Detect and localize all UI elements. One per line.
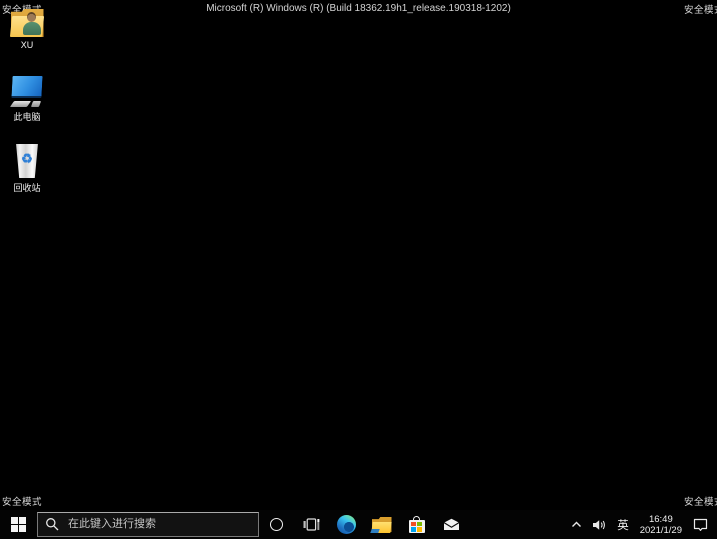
taskbar-button-store[interactable] <box>399 510 434 539</box>
volume-icon <box>593 519 606 530</box>
desktop-icon-this-pc[interactable]: 此电脑 <box>0 76 54 123</box>
desktop-icon-label: 回收站 <box>13 183 41 193</box>
volume-button[interactable] <box>587 510 612 539</box>
file-explorer-icon <box>369 517 392 533</box>
clock-date: 2021/1/29 <box>639 524 682 536</box>
chevron-up-icon <box>572 521 582 527</box>
search-icon <box>46 518 59 531</box>
taskbar-search-box[interactable] <box>37 511 259 537</box>
taskbar-button-mail[interactable] <box>434 510 469 539</box>
desktop-icon-user-folder[interactable]: XU <box>0 9 54 50</box>
cortana-icon <box>270 518 283 531</box>
search-input[interactable] <box>66 517 251 531</box>
ime-indicator[interactable]: 英 <box>612 510 634 539</box>
start-button[interactable] <box>0 510 37 539</box>
taskbar-button-edge[interactable] <box>329 510 364 539</box>
recycle-bin-icon: ♻ <box>14 144 40 178</box>
taskbar-button-file-explorer[interactable] <box>364 510 399 539</box>
windows-build-watermark: Microsoft (R) Windows (R) (Build 18362.1… <box>206 3 511 14</box>
user-folder-icon <box>9 9 44 37</box>
taskbar-button-task-view[interactable] <box>294 510 329 539</box>
desktop-icon-recycle-bin[interactable]: ♻ 回收站 <box>0 144 54 194</box>
task-view-icon <box>303 518 320 531</box>
recycle-arrows-glyph: ♻ <box>21 151 33 166</box>
desktop-icon-label: XU <box>20 40 34 50</box>
safe-mode-watermark-bottom-left: 安全模式 <box>2 497 43 508</box>
windows-logo-icon <box>11 517 26 532</box>
desktop-icon-label: 此电脑 <box>13 112 41 122</box>
this-pc-icon <box>8 76 46 107</box>
clock[interactable]: 16:49 2021/1/29 <box>634 510 688 539</box>
edge-icon <box>337 515 356 534</box>
action-center-button[interactable] <box>688 510 713 539</box>
mail-icon <box>443 518 460 530</box>
microsoft-store-icon <box>408 516 425 533</box>
ime-language-label: 英 <box>617 519 629 532</box>
taskbar: 英 16:49 2021/1/29 <box>0 510 717 539</box>
clock-time: 16:49 <box>648 513 673 525</box>
safe-mode-watermark-bottom-right: 安全模式 <box>684 497 717 508</box>
desktop: 安全模式 安全模式 安全模式 安全模式 Microsoft (R) Window… <box>0 0 717 539</box>
show-hidden-icons-button[interactable] <box>566 510 587 539</box>
system-tray: 英 16:49 2021/1/29 <box>566 510 717 539</box>
taskbar-button-cortana[interactable] <box>259 510 294 539</box>
action-center-icon <box>693 518 708 531</box>
